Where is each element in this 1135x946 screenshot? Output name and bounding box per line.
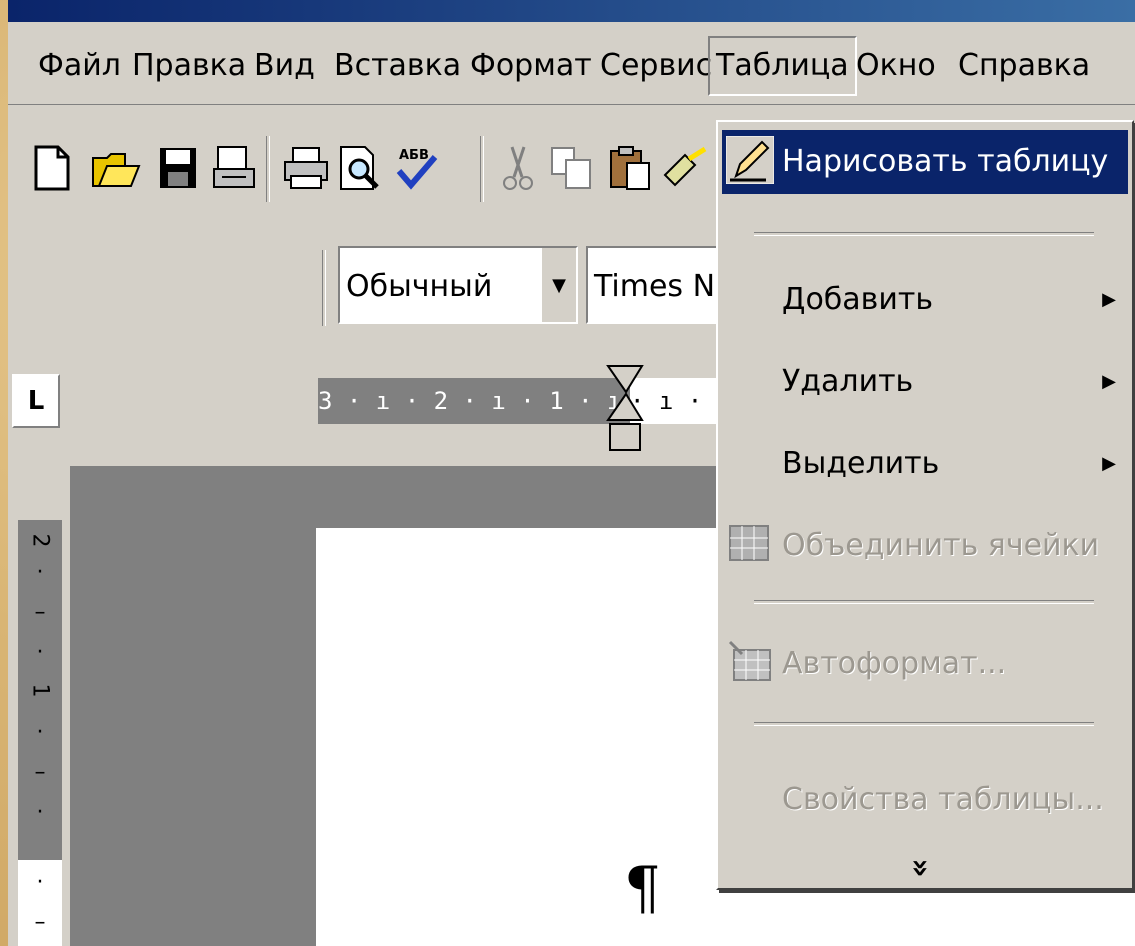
- autoformat-icon: [728, 640, 771, 681]
- font-value: Times Ne: [594, 269, 734, 304]
- menu-format[interactable]: Формат: [464, 42, 598, 90]
- copy-icon[interactable]: [546, 142, 598, 194]
- table-properties-item: Свойства таблицы...: [722, 768, 1128, 832]
- draw-table-item[interactable]: Нарисовать таблицу: [722, 130, 1128, 194]
- autoformat-label: Автоформат...: [782, 646, 1007, 681]
- vertical-ruler-text-area: · –: [18, 860, 62, 946]
- menu-edit[interactable]: Правка: [126, 42, 252, 90]
- style-value: Обычный: [346, 269, 493, 304]
- menu-file[interactable]: Файл: [32, 42, 127, 90]
- menu-tools[interactable]: Сервис: [594, 42, 718, 90]
- tab-selector-button[interactable]: L: [12, 374, 60, 428]
- cut-icon[interactable]: [492, 142, 544, 194]
- new-document-icon[interactable]: [26, 142, 78, 194]
- merge-cells-label: Объединить ячейки: [782, 528, 1100, 563]
- style-dropdown-arrow-icon[interactable]: ▼: [542, 248, 576, 322]
- menu-bar: Файл Правка Вид Вставка Формат Сервис Та…: [8, 22, 1135, 105]
- title-bar: [8, 0, 1135, 22]
- paste-icon[interactable]: [604, 142, 656, 194]
- select-item[interactable]: Выделить ▶: [722, 432, 1128, 496]
- vruler-label-2: 2: [27, 533, 53, 548]
- table-menu-dropdown: Нарисовать таблицу Добавить ▶ Удалить ▶ …: [716, 120, 1134, 890]
- submenu-arrow-icon: ▶: [1102, 289, 1116, 310]
- format-painter-icon[interactable]: [658, 142, 710, 194]
- table-properties-label: Свойства таблицы...: [782, 782, 1104, 817]
- print-icon[interactable]: [280, 142, 332, 194]
- menu-window[interactable]: Окно: [850, 42, 942, 90]
- save-icon[interactable]: [152, 142, 204, 194]
- menu-help[interactable]: Справка: [952, 42, 1096, 90]
- select-label: Выделить: [782, 446, 940, 481]
- open-folder-icon[interactable]: [90, 142, 142, 194]
- merge-cells-icon: [729, 525, 769, 561]
- add-item[interactable]: Добавить ▶: [722, 268, 1128, 332]
- word-window: Файл Правка Вид Вставка Формат Сервис Та…: [8, 0, 1135, 946]
- pencil-icon: [726, 136, 774, 184]
- menu-view[interactable]: Вид: [248, 42, 321, 90]
- menu-table[interactable]: Таблица: [708, 36, 857, 96]
- font-combobox[interactable]: Times Ne: [586, 246, 736, 324]
- menu-insert[interactable]: Вставка: [328, 42, 467, 90]
- spelling-icon[interactable]: АБВ: [390, 142, 442, 194]
- draw-table-label: Нарисовать таблицу: [782, 144, 1109, 179]
- indent-marker-icon[interactable]: [604, 364, 648, 456]
- expand-menu-chevron-icon[interactable]: »: [900, 848, 940, 888]
- submenu-arrow-icon: ▶: [1102, 453, 1116, 474]
- merge-cells-item: Объединить ячейки: [722, 514, 1128, 578]
- print-preview-icon[interactable]: [334, 142, 386, 194]
- autoformat-item: Автоформат...: [722, 632, 1128, 696]
- delete-item[interactable]: Удалить ▶: [722, 350, 1128, 414]
- vruler-label-1: 1: [27, 683, 53, 698]
- submenu-arrow-icon: ▶: [1102, 371, 1116, 392]
- delete-label: Удалить: [782, 364, 914, 399]
- email-icon[interactable]: [208, 142, 260, 194]
- add-label: Добавить: [782, 282, 934, 317]
- svg-text:АБВ: АБВ: [399, 148, 429, 163]
- paragraph-mark: ¶: [624, 854, 661, 922]
